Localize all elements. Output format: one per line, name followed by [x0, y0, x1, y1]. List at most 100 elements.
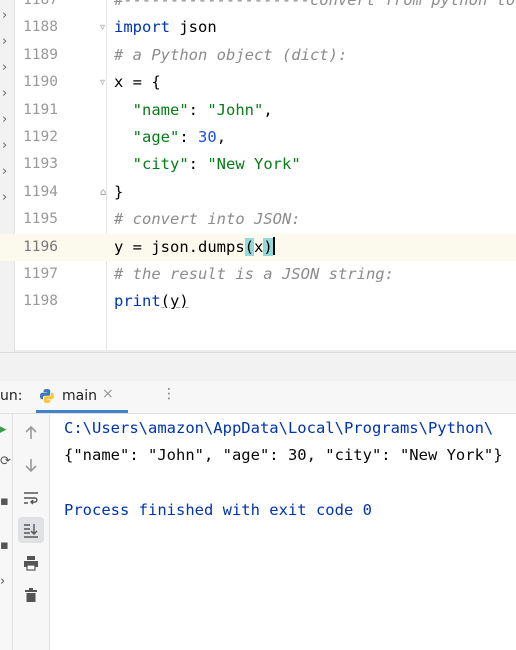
code-token: print — [114, 292, 161, 311]
code-token: # the result is a JSON string: — [114, 265, 394, 283]
exit-status-line: Process finished with exit code 0 — [64, 501, 372, 519]
code-token: # convert into JSON: — [114, 210, 301, 229]
arrow-down-icon — [25, 459, 37, 473]
code-token: "city" — [132, 155, 189, 174]
code-token: # a Python object (dict): — [114, 45, 348, 64]
scroll-down-button[interactable] — [18, 452, 44, 478]
soft-wrap-icon — [24, 492, 38, 505]
clear-all-button[interactable] — [18, 582, 44, 608]
pin-icon[interactable]: › — [0, 574, 5, 589]
code-token: , — [216, 128, 227, 146]
code-line[interactable]: 1192 "age": 30, — [0, 124, 516, 151]
scroll-to-end-button[interactable] — [18, 517, 44, 543]
code-line[interactable]: 1191 "name": "John", — [0, 97, 516, 124]
code-token: "New York" — [207, 155, 301, 174]
program-output-line: {"name": "John", "age": 30, "city": "New… — [64, 446, 503, 464]
print-button[interactable] — [18, 550, 44, 576]
soft-wrap-button[interactable] — [18, 485, 44, 511]
separator-comment: #--------------------convert from python… — [114, 0, 516, 9]
code-token: 30 — [198, 128, 217, 146]
code-line[interactable]: 1190 x = { ▿ — [0, 69, 516, 96]
layout-icon[interactable]: ▪ — [0, 538, 9, 553]
text-caret — [272, 236, 275, 255]
code-line[interactable]: 1195 # convert into JSON: — [0, 206, 516, 233]
line-number: 1193 — [23, 156, 58, 173]
code-text: x = { — [114, 69, 161, 96]
code-token: (y) — [160, 292, 189, 311]
code-text: import json — [114, 14, 217, 41]
code-text: print(y) — [114, 288, 189, 315]
code-token: : — [188, 155, 208, 174]
code-line[interactable]: 1193 "city": "New York" — [0, 151, 516, 178]
code-text: y = json.dumps(x) — [114, 234, 275, 261]
code-token: "age" — [132, 128, 180, 146]
code-token: import — [114, 18, 170, 37]
close-icon[interactable]: × — [102, 386, 114, 402]
code-text: # convert into JSON: — [114, 206, 301, 233]
line-number: 1194 — [23, 183, 58, 200]
code-token: x = { — [114, 73, 161, 92]
scroll-to-end-icon — [24, 524, 38, 538]
matched-paren: ( — [244, 237, 254, 256]
line-number: 1198 — [23, 293, 58, 310]
line-number: 1196 — [23, 238, 58, 255]
code-line[interactable]: 1189 # a Python object (dict): — [0, 42, 516, 69]
line-number: 1191 — [23, 101, 58, 118]
code-token: y = json.dumps — [114, 237, 245, 256]
fold-marker-icon[interactable]: ⌂ — [100, 187, 106, 198]
code-line[interactable]: 1198 print(y) — [0, 288, 516, 315]
panel-splitter[interactable] — [0, 352, 516, 382]
code-line[interactable]: 1194} ⌂ — [0, 179, 516, 206]
interpreter-path-line[interactable]: C:\Users\amazon\AppData\Local\Programs\P… — [64, 415, 493, 442]
code-token: "John" — [207, 100, 264, 119]
code-token: : — [179, 128, 199, 146]
run-left-strip: ▸ ⟳ ▪ ▪ › — [0, 414, 13, 650]
code-token: : — [188, 100, 208, 119]
code-text: # the result is a JSON string: — [114, 261, 394, 288]
code-line[interactable]: 1197 # the result is a JSON string: — [0, 261, 516, 288]
code-editor[interactable]: › › › › › › › › 1187 #-------------------… — [0, 0, 516, 352]
code-line[interactable]: 1188 import json ▿ — [0, 14, 516, 41]
code-text: #--------------------convert from python… — [114, 0, 516, 14]
tab-main[interactable]: main × — [36, 381, 128, 413]
python-icon — [40, 389, 54, 403]
more-options-icon[interactable]: ⋮ — [162, 386, 176, 402]
code-line[interactable]: 1187 #--------------------convert from py… — [0, 0, 516, 14]
code-token: } — [114, 182, 124, 201]
scroll-up-button[interactable] — [18, 420, 44, 446]
active-tab-indicator — [36, 410, 128, 413]
tab-main-label: main — [62, 388, 97, 404]
trash-icon — [25, 588, 37, 602]
print-icon — [24, 556, 38, 571]
rerun-icon[interactable]: ▸ — [0, 422, 7, 437]
fold-marker-icon[interactable]: ▿ — [100, 22, 105, 33]
matched-paren: ) — [263, 237, 273, 256]
line-number: 1195 — [23, 211, 58, 228]
fold-marker-icon[interactable]: ▿ — [100, 77, 105, 88]
code-text: } — [114, 179, 123, 206]
code-text: # a Python object (dict): — [114, 42, 347, 69]
code-token: "name" — [132, 100, 189, 119]
run-window-label: un: — [0, 388, 23, 404]
code-token: x — [254, 237, 264, 256]
code-token: json — [170, 18, 217, 37]
settings-icon[interactable]: ⟳ — [0, 454, 11, 469]
line-number: 1187 — [23, 0, 58, 8]
code-text: "city": "New York" — [114, 151, 301, 178]
arrow-up-icon — [25, 425, 37, 439]
line-number: 1192 — [23, 129, 58, 145]
code-token: , — [263, 100, 273, 119]
code-text: "age": 30, — [114, 124, 226, 151]
line-number: 1189 — [23, 46, 58, 63]
run-toolbar — [13, 414, 50, 650]
line-number: 1190 — [23, 74, 58, 91]
run-tab-bar: un: main × ⋮ — [0, 381, 516, 414]
current-code-line[interactable]: 1196 y = json.dumps(x) — [0, 233, 516, 261]
stop-icon[interactable]: ▪ — [0, 494, 9, 509]
line-number: 1197 — [23, 266, 58, 282]
console-output[interactable]: C:\Users\amazon\AppData\Local\Programs\P… — [50, 414, 516, 650]
line-number: 1188 — [23, 19, 58, 36]
